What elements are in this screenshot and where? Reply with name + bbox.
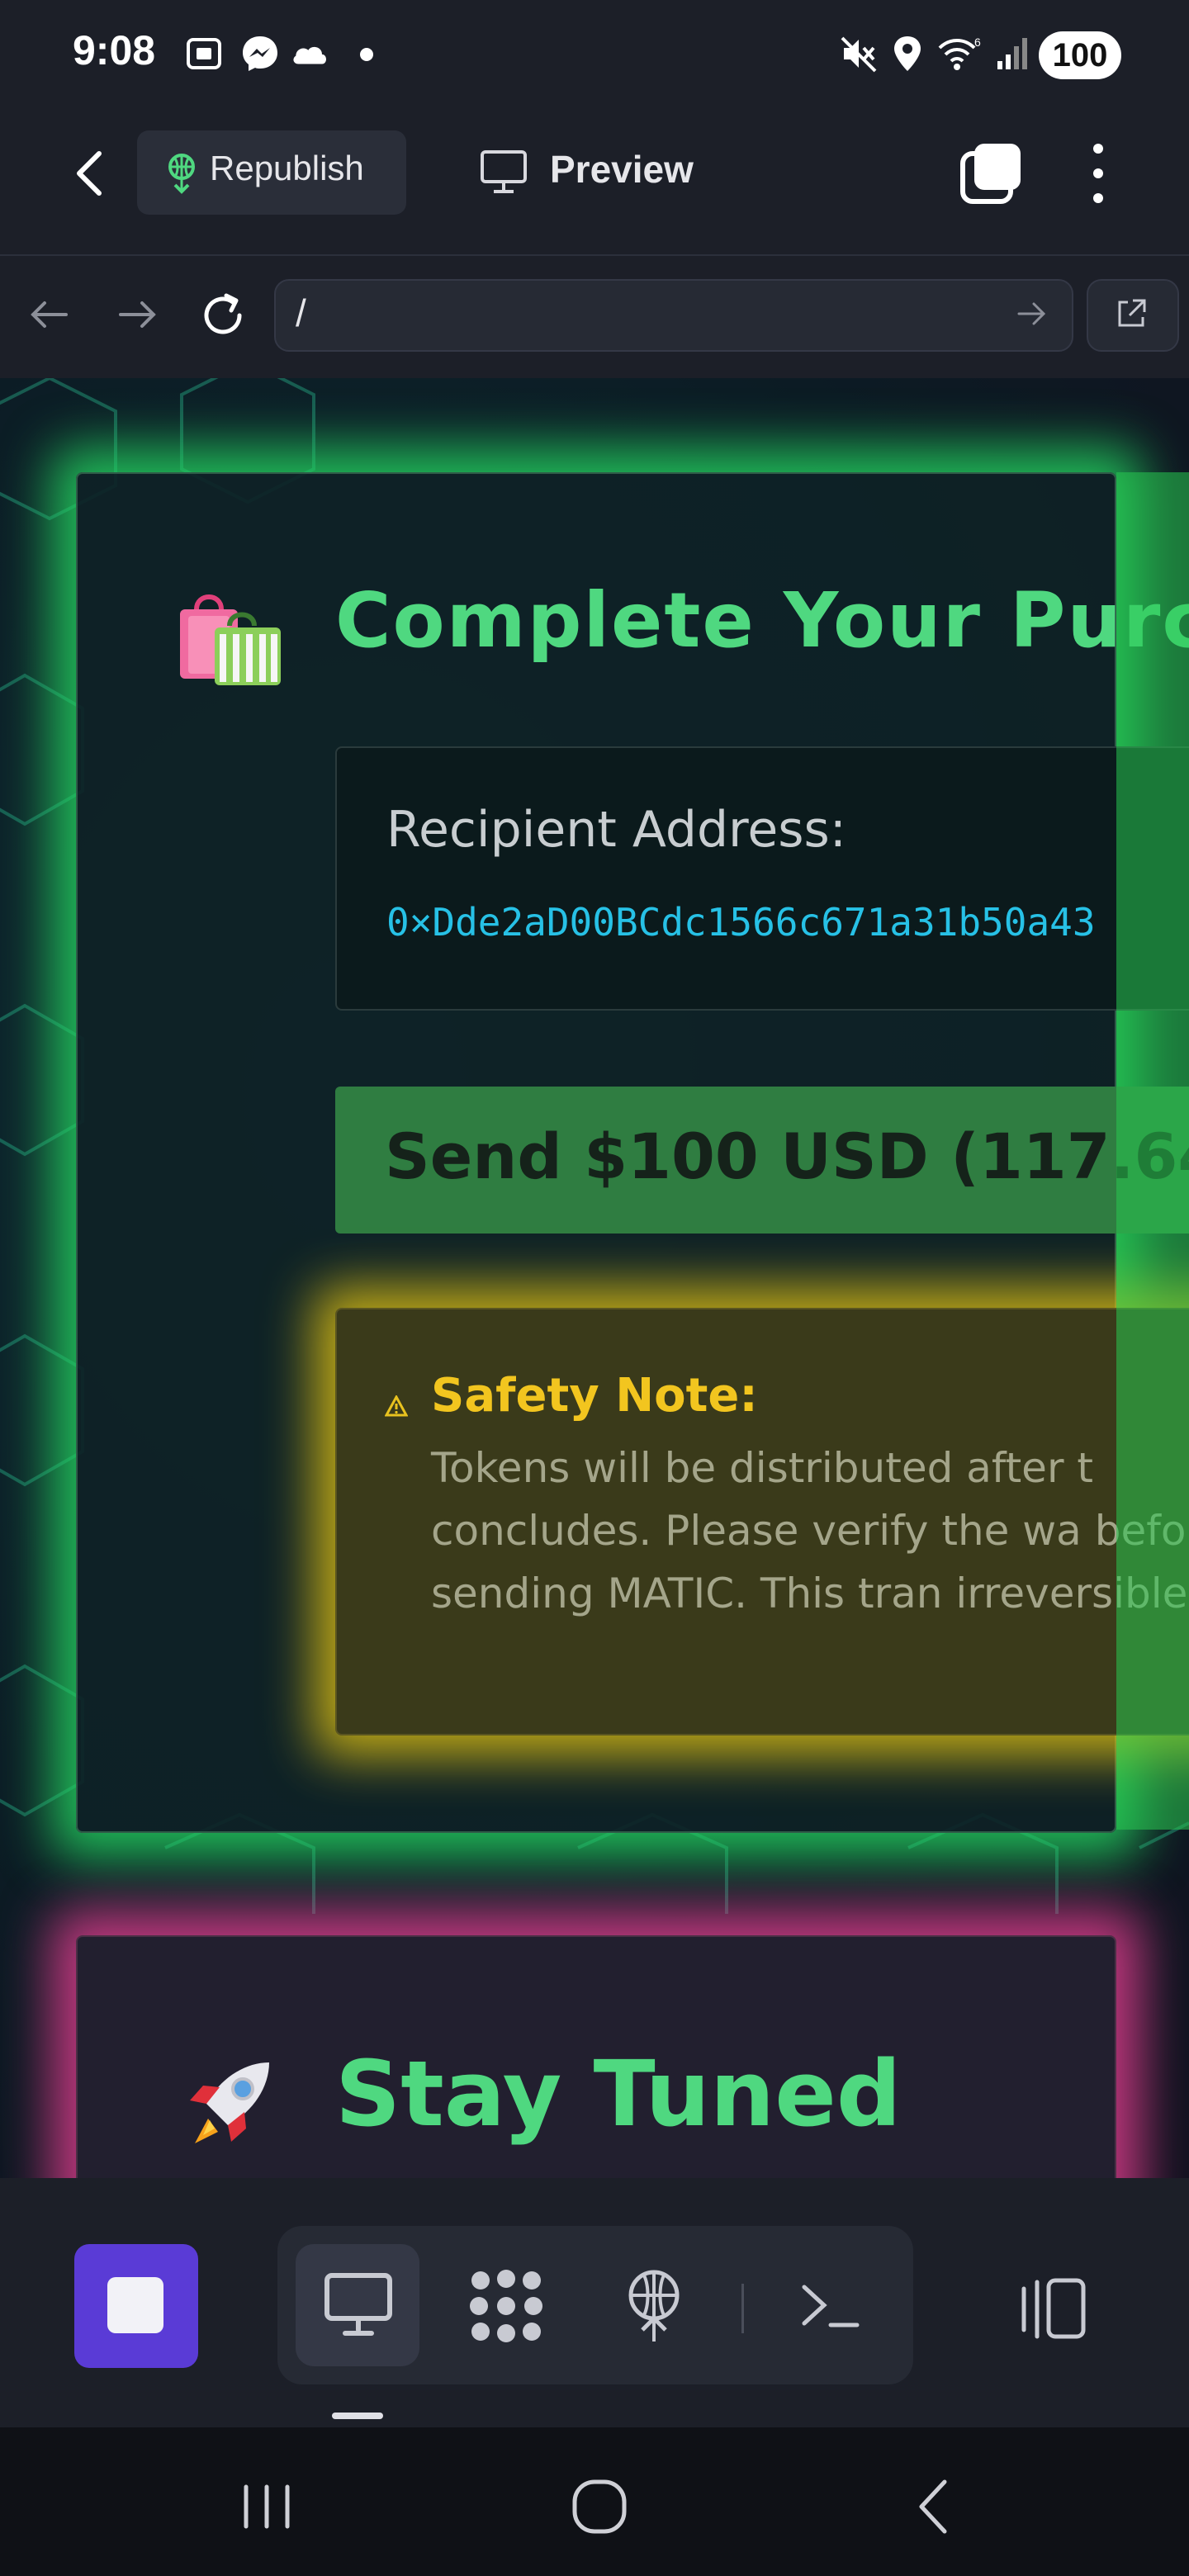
stay-tuned-title: Stay Tuned bbox=[335, 2041, 902, 2147]
battery-indicator: 100 bbox=[1039, 31, 1121, 79]
signal-icon bbox=[997, 38, 1027, 69]
republish-label: Republish bbox=[210, 149, 364, 187]
home-icon[interactable] bbox=[570, 2475, 629, 2538]
dock-layout-icon[interactable] bbox=[1016, 2275, 1090, 2342]
nav-back-icon[interactable] bbox=[912, 2477, 955, 2536]
recent-apps-icon[interactable] bbox=[239, 2482, 294, 2531]
url-input[interactable] bbox=[274, 279, 1073, 352]
selection-overlay bbox=[1116, 472, 1189, 1830]
web-content: Complete Your Purch Recipient Address: 0… bbox=[0, 378, 1189, 2178]
svg-text:6: 6 bbox=[974, 36, 981, 49]
dock-terminal-icon[interactable] bbox=[799, 2280, 862, 2330]
url-text: / bbox=[296, 291, 306, 334]
active-tab-indicator bbox=[332, 2413, 383, 2419]
safety-note-title: Safety Note: bbox=[431, 1369, 758, 1423]
monitor-icon[interactable] bbox=[479, 149, 528, 195]
purchase-title: Complete Your Purch bbox=[335, 576, 1189, 665]
safety-note-text: Tokens will be distributed after t concl… bbox=[431, 1444, 1189, 1617]
preview-button[interactable]: Preview bbox=[550, 147, 694, 192]
dock-apps-icon[interactable] bbox=[467, 2267, 545, 2345]
recipient-address-box bbox=[335, 746, 1189, 1011]
browser-back-icon[interactable] bbox=[25, 294, 74, 335]
recipient-address-label: Recipient Address: bbox=[386, 801, 847, 859]
screenshot-icon bbox=[187, 38, 221, 69]
status-time: 9:08 bbox=[73, 27, 156, 73]
dock-publish-icon[interactable] bbox=[621, 2267, 687, 2345]
tabs-icon[interactable] bbox=[958, 140, 1024, 206]
dock-monitor-icon bbox=[324, 2273, 392, 2336]
republish-icon bbox=[168, 154, 195, 194]
shopping-bags-icon bbox=[180, 594, 281, 685]
dot-icon bbox=[360, 48, 373, 61]
send-button-label: Send $100 USD (117.647 bbox=[385, 1120, 1189, 1193]
location-icon bbox=[894, 36, 921, 71]
rocket-icon bbox=[190, 2062, 269, 2143]
stop-icon bbox=[107, 2277, 163, 2333]
mute-icon bbox=[841, 36, 877, 73]
warning-icon bbox=[385, 1395, 408, 1417]
more-options-icon[interactable] bbox=[1082, 139, 1115, 208]
cloud-icon bbox=[293, 46, 326, 64]
back-arrow-icon[interactable] bbox=[66, 140, 116, 206]
external-link-icon bbox=[1118, 299, 1146, 327]
reload-icon[interactable] bbox=[197, 289, 249, 342]
messenger-icon bbox=[243, 36, 277, 71]
dock-divider bbox=[741, 2284, 744, 2333]
browser-forward-icon[interactable] bbox=[112, 294, 162, 335]
wifi-icon: 6 bbox=[938, 36, 981, 70]
recipient-address-value[interactable]: 0×Dde2aD00BCdc1566c671a31b50a43 bbox=[386, 900, 1096, 945]
go-arrow-icon[interactable] bbox=[1016, 299, 1049, 329]
